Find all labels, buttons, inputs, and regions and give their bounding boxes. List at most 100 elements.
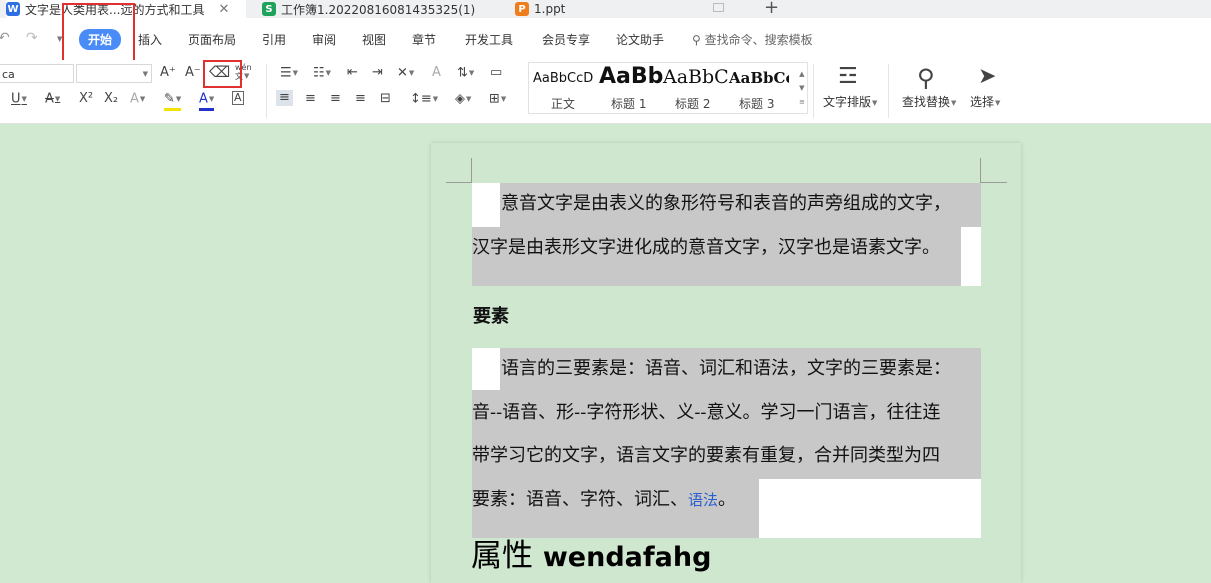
menu-page-layout[interactable]: 页面布局 <box>188 31 236 48</box>
font-name-field[interactable]: ca <box>0 64 74 83</box>
divider <box>266 64 267 118</box>
search-placeholder: 查找命令、搜索模板 <box>704 33 813 47</box>
chevron-down-icon: ▼ <box>142 70 148 78</box>
text-direction-icon[interactable]: A <box>432 65 441 81</box>
style-preview: AaBb <box>599 64 664 89</box>
menu-references[interactable]: 引用 <box>262 31 286 48</box>
spreadsheet-icon: S <box>262 2 276 16</box>
chinese-layout-icon[interactable]: ✕▼ <box>397 65 414 82</box>
divider <box>888 64 889 118</box>
tab-label: 工作簿1.20220816081435325(1) <box>281 2 476 17</box>
redo-icon[interactable]: ↷ <box>26 30 38 46</box>
menu-paper-assistant[interactable]: 论文助手 <box>616 31 664 48</box>
highlight-color-icon[interactable]: ✎▼ <box>164 91 182 111</box>
style-preview: AaBbC <box>663 66 729 88</box>
paragraph-line: 带学习它的文字，语言文字的要素有重复，合并同类型为四 <box>472 445 940 466</box>
distributed-icon[interactable]: ⊟ <box>380 91 391 107</box>
crop-mark <box>471 158 472 183</box>
style-heading-2[interactable]: AaBbC 标题 2 <box>661 63 729 113</box>
styles-gallery: AaBbCcD 正文 AaBb 标题 1 AaBbC 标题 2 AaBbCcI … <box>528 62 808 114</box>
button-label: 选择 <box>970 95 995 109</box>
crop-mark <box>980 158 981 183</box>
find-replace-button[interactable]: 查找替换▼ <box>902 93 956 110</box>
section-heading: 要素 <box>473 306 509 327</box>
subscript-icon[interactable]: X₂ <box>104 91 118 107</box>
presentation-icon: P <box>515 2 529 16</box>
text-layout-icon[interactable]: ☲ <box>838 64 858 89</box>
style-preview: AaBbCcI <box>729 69 789 87</box>
text-effect-icon[interactable]: A▼ <box>130 91 145 108</box>
menu-bar: ↶ ↷ ▼ 开始 插入 页面布局 引用 审阅 视图 章节 开发工具 会员专享 论… <box>0 18 1211 60</box>
highlight-box-clear-format <box>203 60 242 88</box>
selection-gap <box>961 227 981 286</box>
increase-font-icon[interactable]: A⁺ <box>160 65 176 81</box>
grammar-link[interactable]: 语法 <box>688 491 718 509</box>
decrease-indent-icon[interactable]: ⇤ <box>347 65 358 81</box>
menu-insert[interactable]: 插入 <box>138 31 162 48</box>
shading-icon[interactable]: ◈▼ <box>455 91 471 108</box>
divider <box>813 64 814 118</box>
show-marks-icon[interactable]: ▭ <box>490 65 502 81</box>
increase-indent-icon[interactable]: ⇥ <box>372 65 383 81</box>
menu-member[interactable]: 会员专享 <box>542 31 590 48</box>
bullet-list-icon[interactable]: ☰▼ <box>280 65 298 82</box>
tab-ppt[interactable]: P 1.ppt <box>515 0 565 18</box>
numbered-list-icon[interactable]: ☷▼ <box>313 65 331 82</box>
line-spacing-icon[interactable]: ↕≡▼ <box>410 91 438 108</box>
new-tab-button[interactable]: + <box>764 0 779 18</box>
paragraph-line: 语言的三要素是：语音、词汇和语法，文字的三要素是： <box>501 358 951 379</box>
paragraph-line: 意音文字是由表义的象形符号和表音的声旁组成的文字， <box>501 193 951 214</box>
align-right-icon[interactable]: ≡ <box>330 91 341 107</box>
undo-icon[interactable]: ↶ <box>0 30 10 46</box>
search-box[interactable]: ⚲ 查找命令、搜索模板 <box>692 31 813 48</box>
decrease-font-icon[interactable]: A⁻ <box>185 65 201 81</box>
borders-icon[interactable]: ⊞▼ <box>489 91 506 108</box>
char-border-icon[interactable]: A <box>232 91 244 105</box>
underline-icon[interactable]: U▼ <box>11 91 27 108</box>
search-icon: ⚲ <box>692 33 701 47</box>
selection-gap <box>472 183 500 227</box>
select-button[interactable]: 选择▼ <box>970 93 1000 110</box>
close-icon[interactable]: ✕ <box>218 2 229 17</box>
text-layout-button[interactable]: 文字排版▼ <box>823 93 877 110</box>
paragraph-line: 要素：语音、字符、词汇、语法。 <box>472 488 736 512</box>
style-label: 标题 1 <box>611 97 647 111</box>
style-heading-1[interactable]: AaBb 标题 1 <box>597 63 664 113</box>
attribute-heading: 属性 wendafahg <box>471 536 711 578</box>
menu-review[interactable]: 审阅 <box>312 31 336 48</box>
selection-gap <box>759 479 981 538</box>
gallery-scroll[interactable]: ▲ ▼ ≡ <box>799 67 805 109</box>
font-color-icon[interactable]: A▼ <box>199 91 215 111</box>
paragraph-line: 汉字是由表形文字进化成的意音文字，汉字也是语素文字。 <box>472 237 940 258</box>
align-center-icon[interactable]: ≡ <box>305 91 316 107</box>
tab-bar: W 文字是人类用表...远的方式和工具 ✕ S 工作簿1.20220816081… <box>0 0 1211 19</box>
line-text: 要素：语音、字符、词汇、 <box>472 489 688 510</box>
style-label: 标题 3 <box>739 97 775 111</box>
tab-workbook[interactable]: S 工作簿1.20220816081435325(1) <box>262 0 475 18</box>
selection-gap <box>472 348 500 390</box>
heading-en: wendafahg <box>542 542 712 573</box>
justify-icon[interactable]: ≡ <box>355 91 366 107</box>
superscript-icon[interactable]: X² <box>79 91 93 107</box>
menu-view[interactable]: 视图 <box>362 31 386 48</box>
line-end: 。 <box>718 489 737 510</box>
style-label: 正文 <box>551 97 576 111</box>
pointer-icon[interactable]: ➤ <box>978 64 996 89</box>
style-normal[interactable]: AaBbCcD 正文 <box>529 63 597 113</box>
sort-icon[interactable]: ⇅▼ <box>457 65 474 82</box>
window-icon <box>713 3 724 12</box>
style-heading-3[interactable]: AaBbCcI 标题 3 <box>727 63 789 113</box>
writer-icon: W <box>6 2 20 16</box>
strikethrough-icon[interactable]: A▼ <box>45 91 60 108</box>
crop-mark <box>446 182 472 183</box>
button-label: 文字排版 <box>823 95 872 109</box>
menu-chapter[interactable]: 章节 <box>412 31 436 48</box>
align-left-icon[interactable]: ≡ <box>276 90 293 106</box>
menu-developer[interactable]: 开发工具 <box>465 31 513 48</box>
heading-cn: 属性 <box>471 538 533 574</box>
style-label: 标题 2 <box>675 97 711 111</box>
style-preview: AaBbCcD <box>533 71 594 86</box>
find-icon[interactable]: ⚲ <box>917 64 935 92</box>
font-name-value: ca <box>2 68 15 81</box>
font-size-field[interactable]: ▼ <box>76 64 152 83</box>
